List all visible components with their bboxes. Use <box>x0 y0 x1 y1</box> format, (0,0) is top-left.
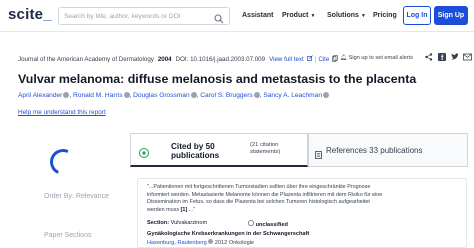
doi-text[interactable]: DOI: 10.1016/j.jaad.2003.07.009 <box>176 56 265 63</box>
citing-paper-title[interactable]: Gynäkologische Krebserkrankungen in der … <box>147 231 309 237</box>
author-link[interactable]: Douglas Grossman <box>133 92 189 99</box>
classification-badge: unclassified <box>248 220 288 228</box>
logo-text: scite <box>8 6 44 23</box>
classification-label: unclassified <box>255 222 288 228</box>
author-link[interactable]: Sancy A. Leachman <box>263 92 322 99</box>
email-alert-label: Sign up to set email alerts <box>348 55 414 61</box>
nav-product[interactable]: Product ▼ <box>282 12 315 19</box>
share-icon[interactable] <box>425 53 433 63</box>
journal-name[interactable]: Journal of the American Academy of Derma… <box>18 56 154 63</box>
tab-cited-by[interactable]: Cited by 50 publications (21 citation st… <box>130 133 308 167</box>
author-link[interactable]: Ronald M. Harris <box>73 92 122 99</box>
reference-marker[interactable]: [1] <box>181 207 188 213</box>
article-title: Vulvar melanoma: diffuse melanosis and m… <box>18 72 417 86</box>
citation-statements-count: (21 citation statements) <box>250 142 281 155</box>
nav-product-label: Product <box>282 12 309 19</box>
nav-solutions-label: Solutions <box>327 12 359 19</box>
scite-logo[interactable]: scite_ <box>8 6 52 23</box>
orcid-icon <box>323 92 330 99</box>
help-understand-report-link[interactable]: Help me understand this report <box>18 109 106 116</box>
chevron-down-icon: ▼ <box>360 13 366 19</box>
citing-paper-authors: Hasenburg, Rautenberg 2012 Onkologie <box>147 239 255 246</box>
chevron-down-icon: ▼ <box>310 13 316 19</box>
author-list: April Alexander, Ronald M. Harris, Dougl… <box>18 92 330 99</box>
citation-quote-icon <box>139 145 149 163</box>
cited-by-count: Cited by 50 publications <box>171 142 220 160</box>
facebook-icon[interactable]: f <box>438 53 446 63</box>
bell-icon: 🔔︎ <box>340 55 348 61</box>
author-link[interactable]: Carol S. Bruggers <box>200 92 252 99</box>
top-navbar: scite_ Assistant Product▼ Solutions▼ Pri… <box>0 0 474 32</box>
copy-icon[interactable] <box>332 54 338 64</box>
references-count: References 33 publications <box>326 146 423 155</box>
view-full-text-link[interactable]: View full text <box>269 56 304 63</box>
search-box[interactable] <box>58 7 230 25</box>
signup-button[interactable]: Sign Up <box>434 6 468 25</box>
section-line: Section: Vulvakarzinom <box>147 220 207 226</box>
nav-solutions[interactable]: Solutions ▼ <box>327 12 366 19</box>
loading-spinner-icon <box>46 145 80 179</box>
author-link[interactable]: Hasenburg <box>147 240 174 246</box>
paper-sections-label: Paper Sections <box>44 232 92 239</box>
author-link[interactable]: April Alexander <box>18 92 62 99</box>
unclassified-icon <box>248 220 256 228</box>
search-icon[interactable] <box>214 11 224 29</box>
order-by-select[interactable]: Order By: Relevance <box>44 193 109 200</box>
author-link[interactable]: Rautenberg <box>177 240 206 246</box>
references-icon <box>315 146 322 164</box>
orcid-icon <box>208 239 214 244</box>
snippet-trailing: ..." <box>188 206 196 213</box>
tab-references[interactable]: References 33 publications <box>308 133 468 167</box>
citation-snippet: "...Patientinnen mit fortgeschrittenen T… <box>147 184 387 214</box>
publication-year: 2004 <box>157 55 172 63</box>
cite-link[interactable]: Cite <box>318 56 329 63</box>
search-input[interactable] <box>64 12 204 20</box>
email-icon[interactable] <box>463 53 472 63</box>
email-alert-link[interactable]: 🔔︎ Sign up to set email alerts <box>340 55 413 61</box>
divider: | <box>314 55 317 63</box>
section-value: Vulvakarzinom <box>170 220 208 226</box>
nav-assistant[interactable]: Assistant <box>242 12 274 19</box>
twitter-icon[interactable] <box>451 53 459 63</box>
section-label: Section: <box>147 220 170 226</box>
nav-pricing[interactable]: Pricing <box>373 12 397 19</box>
citing-paper-year-source: 2012 Onkologie <box>214 240 255 246</box>
logo-underscore: _ <box>43 6 52 23</box>
login-button[interactable]: Log In <box>403 6 431 25</box>
external-link-icon[interactable] <box>306 55 313 63</box>
citation-card: "...Patientinnen mit fortgeschrittenen T… <box>137 178 467 248</box>
